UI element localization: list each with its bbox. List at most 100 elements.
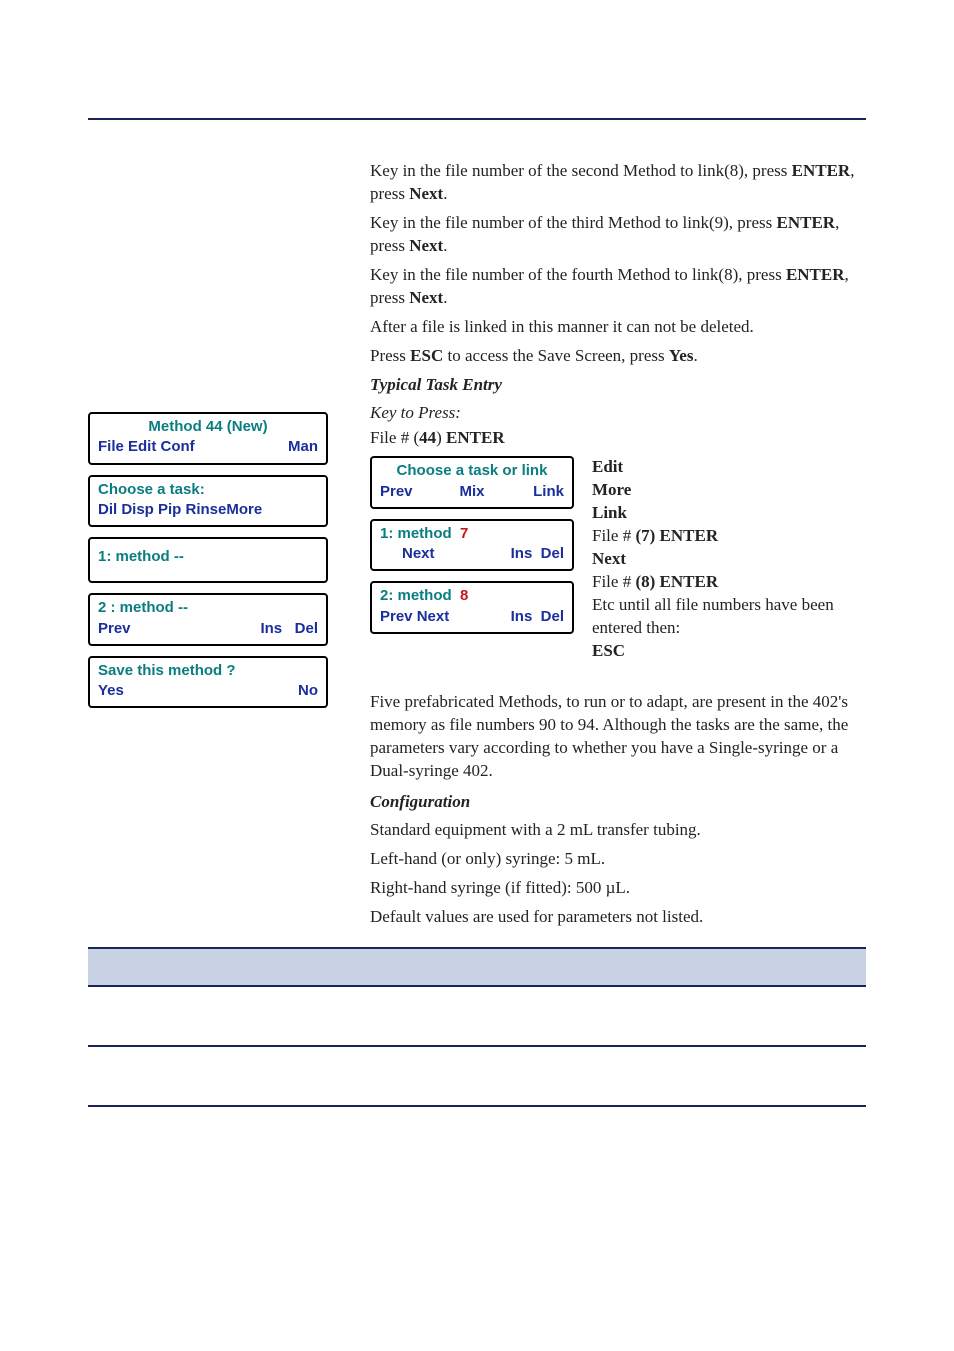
lcd-prev-next-group: Prev Next <box>380 607 449 627</box>
header-rule-area <box>88 88 866 120</box>
key-etc: Etc until all file numbers have been ent… <box>592 594 866 640</box>
t: ENTER <box>446 428 505 447</box>
t: to access the Save Screen, press <box>443 346 669 365</box>
t: . <box>443 184 447 203</box>
t: ) <box>436 428 446 447</box>
footer-rule-1 <box>88 1045 866 1047</box>
file-44-line: File # (44) ENTER <box>370 427 866 450</box>
lcd-del: Del <box>541 608 564 625</box>
key-esc: ESC <box>592 640 866 663</box>
key-column: Edit More Link File # (7) ENTER Next Fil… <box>592 456 866 662</box>
lcd-save: Save this method ? Yes No <box>88 656 328 709</box>
t: Key in the file number of the second Met… <box>370 161 792 180</box>
lcd-method1: 1: method -- <box>88 537 328 583</box>
lcd-m1-line1: 1: method 7 <box>380 524 564 544</box>
t: Next <box>409 184 443 203</box>
lcd-method-new: Method 44 (New) File Edit Conf Man <box>88 412 328 465</box>
t: . <box>443 236 447 255</box>
key-link: Link <box>592 502 866 525</box>
cfg-heading: Configuration <box>370 791 866 814</box>
lcd-m1: 1: method 7 Next Ins Del <box>370 519 574 572</box>
lcd-yes: Yes <box>98 681 124 701</box>
lcd-mix: Mix <box>441 482 502 502</box>
lcd-link: Link <box>503 482 564 502</box>
intro-p5: Press ESC to access the Save Screen, pre… <box>370 345 866 368</box>
t: (8) ENTER <box>635 572 718 591</box>
lcd-m2-line1: 2: method 8 <box>380 586 564 606</box>
key-file7: File # (7) ENTER <box>592 525 866 548</box>
page: Method 44 (New) File Edit Conf Man Choos… <box>0 0 954 1240</box>
intro-p3: Key in the file number of the fourth Met… <box>370 264 866 310</box>
lcd-choose-tasks: Dil Disp Pip RinseMore <box>98 500 318 520</box>
lcd-m2-row: Prev Next Ins Del <box>380 607 564 627</box>
t: 44 <box>419 428 436 447</box>
lcd-method2-row: Prev Ins Del <box>98 619 318 639</box>
lcd-ins: Ins <box>511 545 533 562</box>
t: ENTER <box>792 161 851 180</box>
content-grid: Method 44 (New) File Edit Conf Man Choos… <box>88 160 866 935</box>
t: ESC <box>410 346 443 365</box>
lcd-choose-link-row: Prev Mix Link <box>380 482 564 502</box>
t: 2: method <box>380 587 452 604</box>
blue-bar <box>88 947 866 987</box>
t: ENTER <box>777 213 836 232</box>
sub-row: Choose a task or link Prev Mix Link 1: m… <box>370 456 866 662</box>
lcd-choose-link-title: Choose a task or link <box>380 461 564 481</box>
lcd-choose-title: Choose a task: <box>98 480 318 500</box>
footer-rule-2 <box>88 1105 866 1107</box>
typical-heading: Typical Task Entry <box>370 374 866 397</box>
lcd-prev: Prev <box>380 482 441 502</box>
intro-p4: After a file is linked in this manner it… <box>370 316 866 339</box>
lcd-save-title: Save this method ? <box>98 661 318 681</box>
prefab-p1: Five prefabricated Methods, to run or to… <box>370 691 866 783</box>
lcd-del: Del <box>541 545 564 562</box>
lcd-menu-row: File Edit Conf Man <box>98 437 318 457</box>
gap <box>370 663 866 691</box>
cfg-4: Default values are used for parameters n… <box>370 906 866 929</box>
lcd-menu-right: Man <box>288 437 318 457</box>
lcd-no: No <box>298 681 318 701</box>
cfg-1: Standard equipment with a 2 mL transfer … <box>370 819 866 842</box>
t: File # <box>592 572 635 591</box>
t: File # ( <box>370 428 419 447</box>
lcd-m2: 2: method 8 Prev Next Ins Del <box>370 581 574 634</box>
lcd-m1-row: Next Ins Del <box>380 544 564 564</box>
t: Next <box>409 288 443 307</box>
lcd-save-row: Yes No <box>98 681 318 701</box>
lcd-method1-text: 1: method -- <box>98 547 318 567</box>
lcd-next: Next <box>417 608 450 625</box>
key-to-press: Key to Press: <box>370 402 866 425</box>
t: 7 <box>460 525 468 542</box>
key-file8: File # (8) ENTER <box>592 571 866 594</box>
intro-p1: Key in the file number of the second Met… <box>370 160 866 206</box>
key-edit: Edit <box>592 456 866 479</box>
cfg-2: Left-hand (or only) syringe: 5 mL. <box>370 848 866 871</box>
lcd-choose-link: Choose a task or link Prev Mix Link <box>370 456 574 509</box>
lcd-next: Next <box>380 544 435 564</box>
t: 1: method <box>380 525 452 542</box>
t: . <box>443 288 447 307</box>
t: . <box>693 346 697 365</box>
t: Yes <box>669 346 694 365</box>
key-more: More <box>592 479 866 502</box>
footer-rules <box>88 1045 866 1107</box>
t: Key in the file number of the fourth Met… <box>370 265 786 284</box>
lcd-method2: 2 : method -- Prev Ins Del <box>88 593 328 646</box>
lcd-prev: Prev <box>380 608 413 625</box>
t: (7) ENTER <box>635 526 718 545</box>
lcd-ins-del-group: Ins Del <box>260 619 318 639</box>
lcd-menu-left: File Edit Conf <box>98 437 195 457</box>
lcd-ins: Ins <box>511 608 533 625</box>
t: Press <box>370 346 410 365</box>
mid-lcd-column: Choose a task or link Prev Mix Link 1: m… <box>370 456 570 644</box>
t: Key in the file number of the third Meth… <box>370 213 777 232</box>
lcd-prev: Prev <box>98 619 131 639</box>
t: ENTER <box>786 265 845 284</box>
cfg-3: Right-hand syringe (if fitted): 500 µL. <box>370 877 866 900</box>
lcd-del: Del <box>295 620 318 637</box>
right-column: Key in the file number of the second Met… <box>370 160 866 935</box>
key-next: Next <box>592 548 866 571</box>
lcd-choose-task: Choose a task: Dil Disp Pip RinseMore <box>88 475 328 528</box>
t: 8 <box>460 587 468 604</box>
lcd-ins-del-group: Ins Del <box>511 544 564 564</box>
